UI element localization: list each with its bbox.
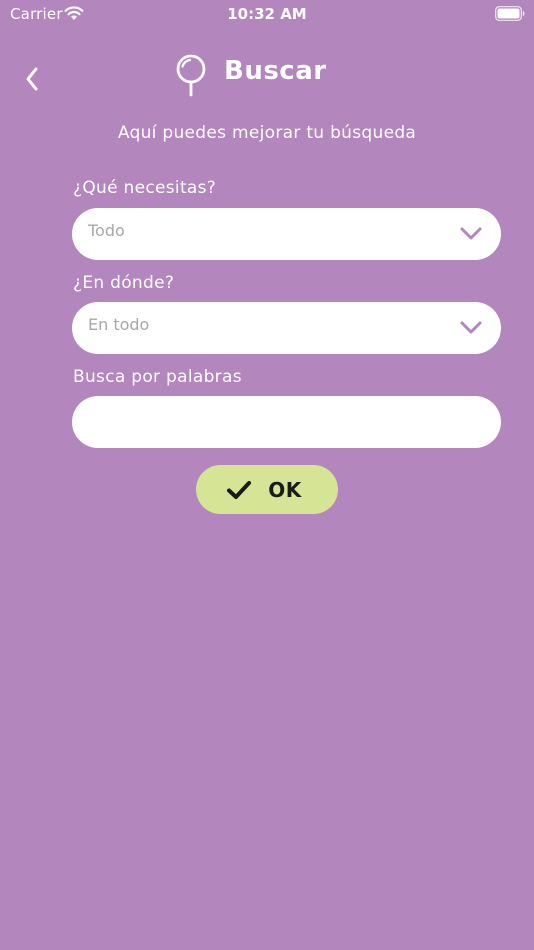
back-button[interactable] (18, 64, 46, 94)
search-screen: Carrier 10:32 AM Buscar Aquí puedes mejo… (0, 0, 534, 950)
chevron-left-icon (26, 67, 38, 91)
page-title: Buscar (224, 56, 327, 86)
chevron-down-icon (460, 321, 482, 334)
status-bar: Carrier 10:32 AM (0, 0, 534, 30)
location-label: ¿En dónde? (73, 273, 175, 293)
check-icon (227, 480, 252, 499)
search-pin-icon (176, 54, 206, 97)
ok-button[interactable]: OK (196, 465, 338, 514)
category-select-value: Todo (88, 221, 125, 240)
keywords-label: Busca por palabras (73, 367, 242, 387)
ok-button-label: OK (268, 477, 302, 502)
battery-icon (495, 6, 525, 21)
category-label: ¿Qué necesitas? (73, 178, 217, 198)
location-select-value: En todo (88, 315, 150, 334)
location-select[interactable]: En todo (72, 302, 501, 354)
chevron-down-icon (460, 227, 482, 240)
category-select[interactable]: Todo (72, 208, 501, 260)
status-time: 10:32 AM (227, 5, 307, 23)
page-subtitle: Aquí puedes mejorar tu búsqueda (117, 123, 417, 143)
keywords-input[interactable] (72, 396, 501, 448)
